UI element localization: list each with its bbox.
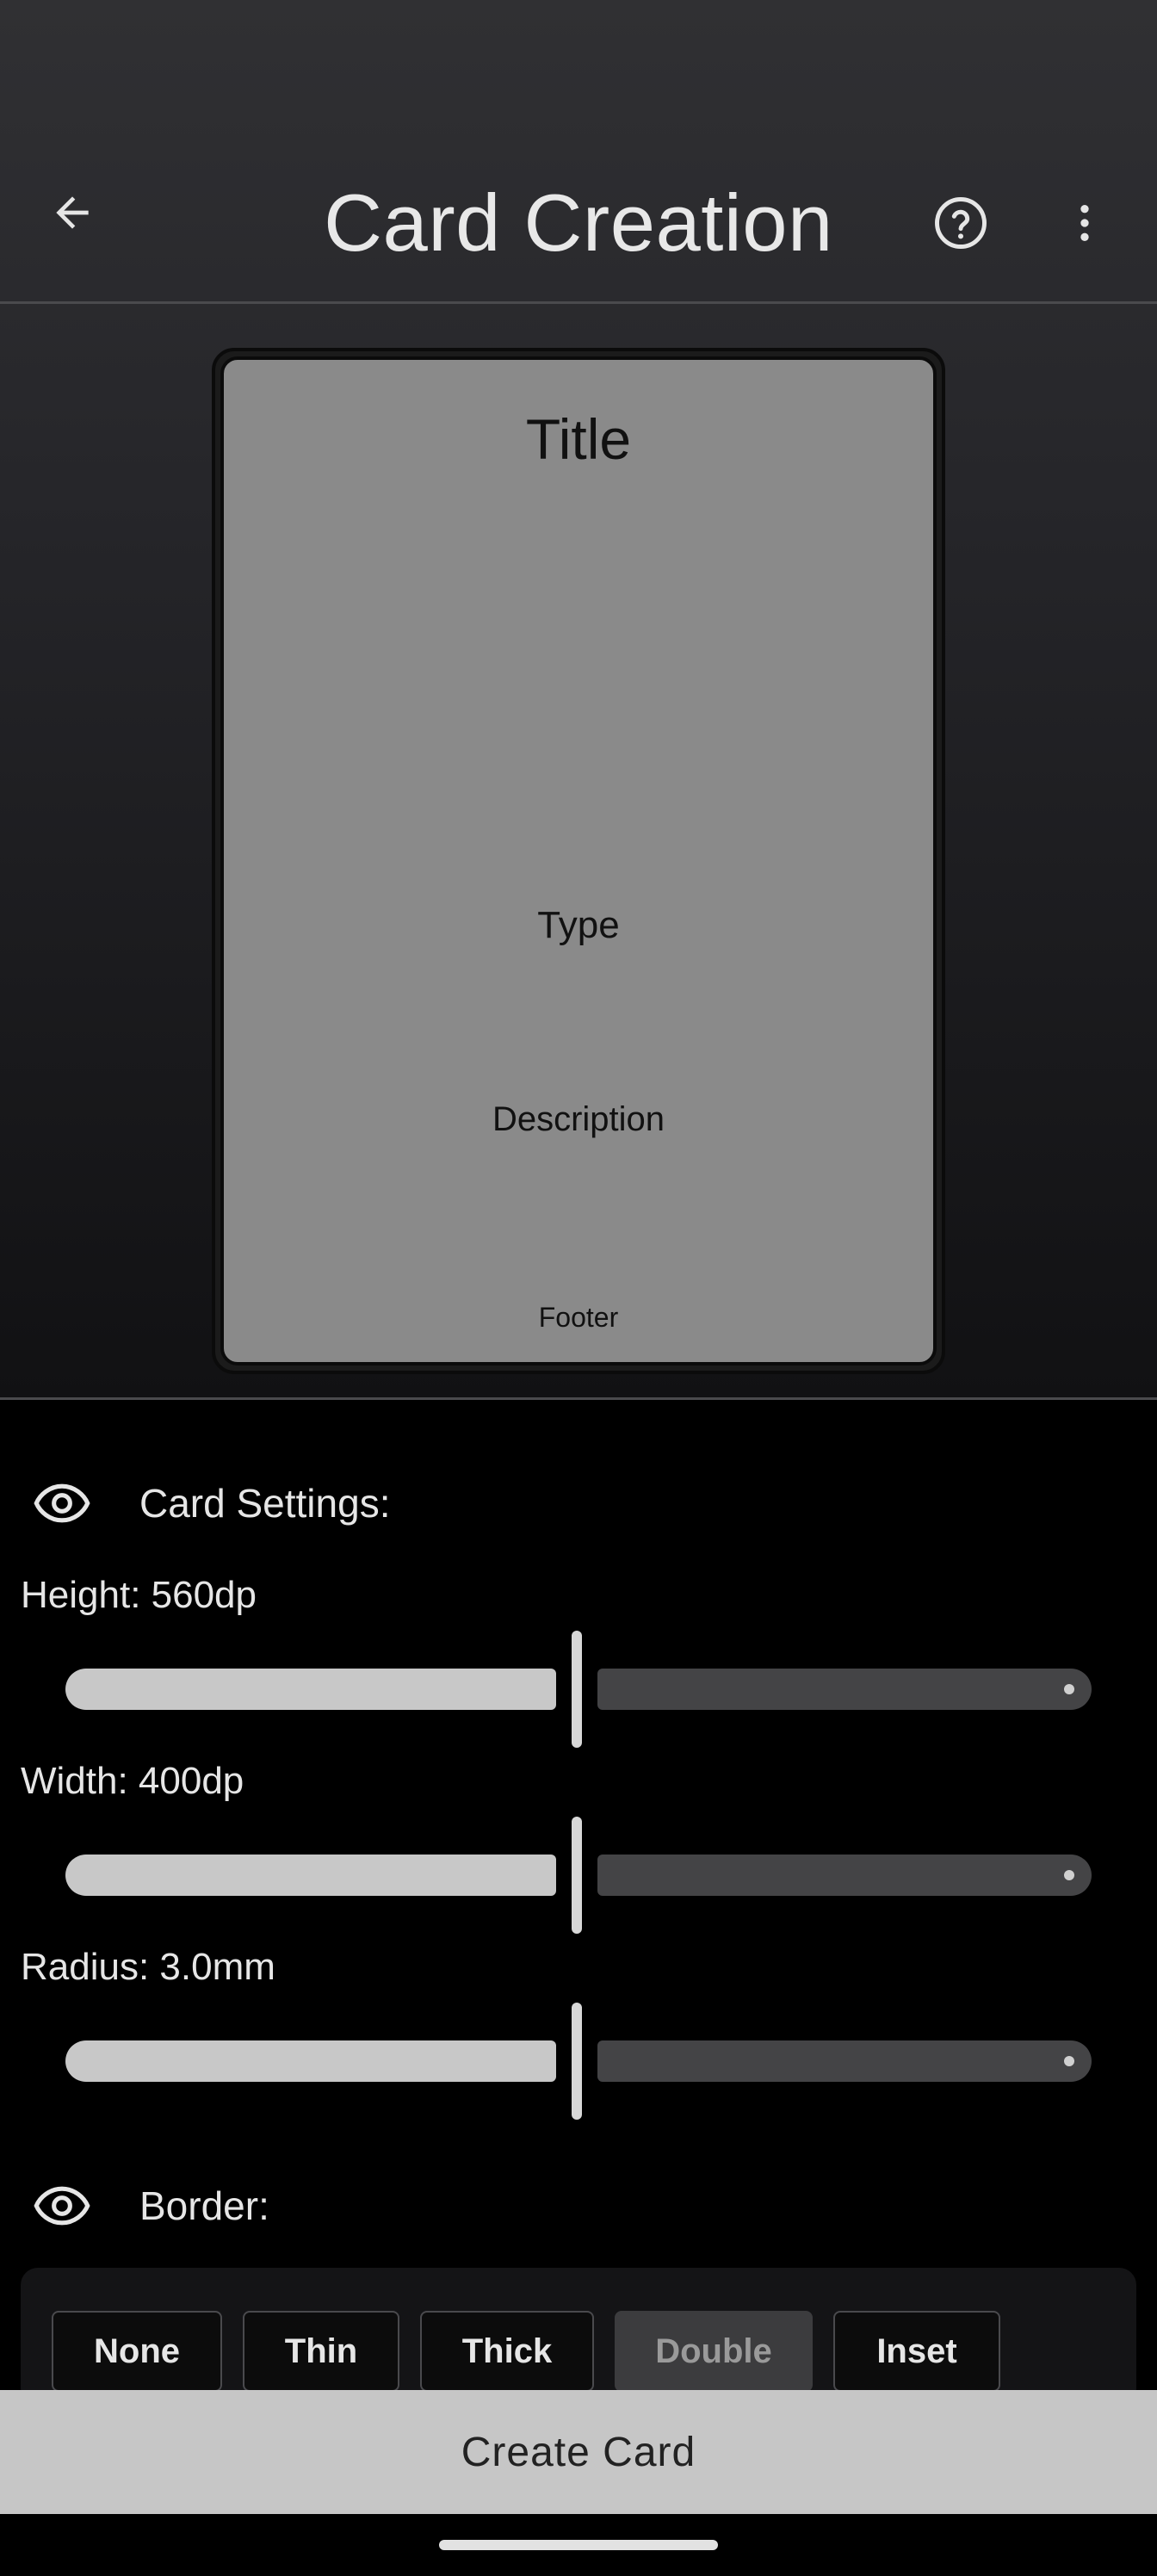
slider-thumb[interactable] bbox=[572, 1817, 582, 1934]
slider-inactive-track bbox=[597, 1669, 1092, 1710]
border-option-thick[interactable]: Thick bbox=[420, 2311, 594, 2392]
card-settings-header: Card Settings: bbox=[33, 1472, 390, 1534]
height-slider[interactable] bbox=[65, 1631, 1092, 1751]
radius-slider[interactable] bbox=[65, 2003, 1092, 2123]
help-circle-icon bbox=[935, 197, 987, 249]
eye-icon[interactable] bbox=[33, 2177, 91, 2235]
width-slider[interactable] bbox=[65, 1817, 1092, 1937]
card-settings-label: Card Settings: bbox=[139, 1481, 391, 1526]
slider-thumb[interactable] bbox=[572, 2003, 582, 2120]
slider-stop-indicator bbox=[1064, 1684, 1074, 1694]
border-option-inset[interactable]: Inset bbox=[833, 2311, 1000, 2392]
preview-divider bbox=[0, 1397, 1157, 1400]
help-button[interactable] bbox=[930, 192, 992, 254]
border-header: Border: bbox=[33, 2175, 269, 2237]
card-type: Type bbox=[537, 904, 620, 946]
border-option-double[interactable]: Double bbox=[615, 2311, 813, 2392]
radius-label: Radius: 3.0mm bbox=[21, 1946, 275, 1988]
card-preview-body: Title Type Description Footer bbox=[220, 356, 937, 1365]
slider-thumb[interactable] bbox=[572, 1631, 582, 1748]
eye-icon[interactable] bbox=[33, 1474, 91, 1533]
more-vert-icon bbox=[1080, 205, 1089, 241]
slider-stop-indicator bbox=[1064, 2056, 1074, 2066]
app-bar-divider bbox=[0, 301, 1157, 304]
border-option-thin[interactable]: Thin bbox=[243, 2311, 399, 2392]
slider-active-track bbox=[65, 2040, 556, 2082]
slider-stop-indicator bbox=[1064, 1870, 1074, 1880]
slider-active-track bbox=[65, 1669, 556, 1710]
card-description: Description bbox=[492, 1100, 665, 1138]
slider-active-track bbox=[65, 1855, 556, 1896]
border-option-none[interactable]: None bbox=[52, 2311, 222, 2392]
app-bar: Card Creation bbox=[0, 142, 1157, 302]
create-card-button[interactable]: Create Card bbox=[0, 2390, 1157, 2514]
border-label: Border: bbox=[139, 2183, 269, 2228]
width-label: Width: 400dp bbox=[21, 1760, 244, 1802]
more-options-button[interactable] bbox=[1054, 192, 1116, 254]
card-preview: Title Type Description Footer bbox=[212, 348, 945, 1374]
height-label: Height: 560dp bbox=[21, 1574, 257, 1616]
card-footer: Footer bbox=[538, 1302, 619, 1333]
card-title: Title bbox=[525, 407, 632, 471]
slider-inactive-track bbox=[597, 1855, 1092, 1896]
home-indicator[interactable] bbox=[439, 2540, 718, 2550]
slider-inactive-track bbox=[597, 2040, 1092, 2082]
